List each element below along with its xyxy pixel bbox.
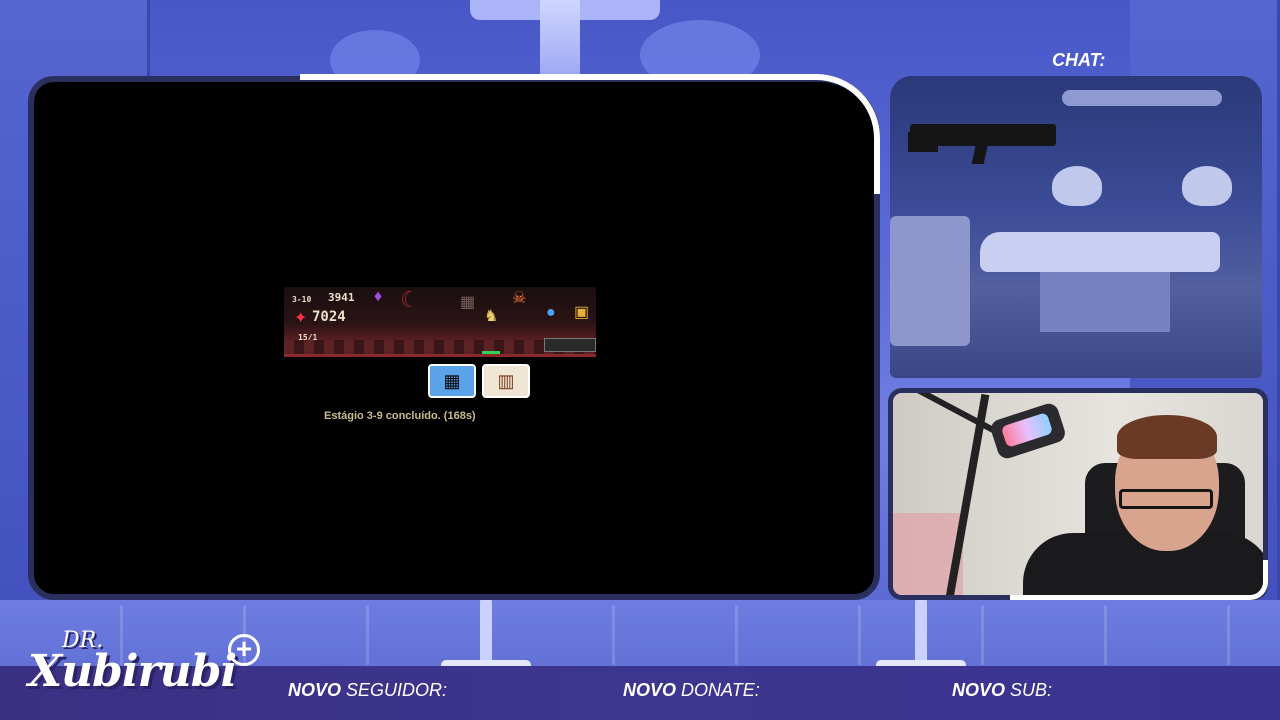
item-slot-map[interactable]: ▦	[428, 364, 476, 398]
iv-stand	[915, 598, 927, 668]
alert-prefix: NOVO	[288, 680, 342, 700]
tomb-icon: ▦	[460, 294, 476, 311]
new-follower-alert: NOVO SEGUIDOR:	[288, 680, 447, 701]
alert-prefix: NOVO	[952, 680, 1006, 700]
scythe-enemy-icon: ☾	[400, 287, 420, 312]
hero-health-bar	[482, 351, 500, 354]
surgical-lamp-arm	[1062, 90, 1222, 106]
score-counter: 7024	[312, 309, 346, 325]
new-sub-alert: NOVO SUB:	[952, 680, 1052, 701]
chest-icon: ▥	[497, 370, 515, 391]
skill-box	[544, 338, 596, 352]
operating-bed	[980, 232, 1220, 272]
channel-logo: Xubirubi	[28, 646, 237, 697]
ceiling-lamp-arm	[540, 0, 580, 80]
alert-label: SEGUIDOR:	[346, 680, 448, 700]
new-donate-alert: NOVO DONATE:	[623, 680, 760, 701]
medical-plus-icon: +	[228, 634, 260, 666]
item-slot-chest[interactable]: ▥	[482, 364, 530, 398]
stage-label: 3-10	[292, 295, 312, 304]
streamer-hair	[1117, 415, 1217, 459]
blue-orb-icon: ●	[546, 304, 556, 321]
map-icon: ▦	[443, 370, 461, 391]
glasses-icon	[1119, 489, 1213, 509]
chat-panel	[890, 76, 1262, 378]
item-slots: ▦ ▥	[428, 364, 530, 398]
iv-stand	[480, 598, 492, 668]
webcam-feed	[888, 388, 1268, 600]
hero-sprite-icon: ♞	[484, 308, 499, 325]
game-capture-window[interactable]: 3-10 3941 7024 15/1 ✦ ♦ ☾ ▦ ♞ ☠ ● ▣ ▦ ▥ …	[28, 76, 880, 600]
alert-prefix: NOVO	[623, 680, 677, 700]
alert-label: DONATE:	[681, 680, 760, 700]
stage-complete-text: Estágio 3-9 concluído. (168s)	[324, 410, 476, 422]
fire-sprite-icon: ✦	[294, 310, 308, 327]
medical-machine	[890, 216, 970, 346]
surgical-light	[1182, 166, 1232, 206]
shield-icon: ▣	[574, 304, 590, 321]
game-battle-strip: 3-10 3941 7024 15/1 ✦ ♦ ☾ ▦ ♞ ☠ ● ▣	[284, 287, 596, 357]
chat-title: CHAT:	[1052, 50, 1106, 70]
gold-counter: 3941	[328, 291, 355, 304]
surgical-light	[1052, 166, 1102, 206]
skull-enemy-icon: ☠	[512, 290, 527, 307]
purple-flame-icon: ♦	[374, 288, 383, 305]
operating-bed-base	[1040, 272, 1170, 332]
alert-label: SUB:	[1010, 680, 1053, 700]
